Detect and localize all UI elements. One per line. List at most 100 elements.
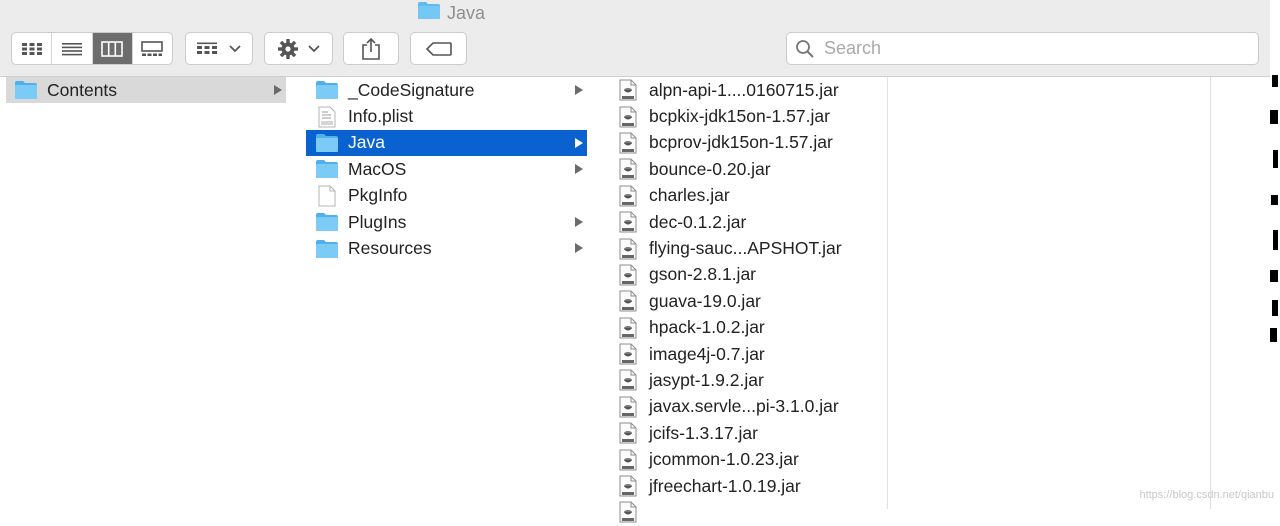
search-input[interactable] [822, 37, 1246, 60]
list-item[interactable]: _CodeSignature [306, 77, 587, 103]
list-item[interactable] [607, 499, 887, 525]
folder-icon [315, 211, 339, 233]
plist-file-icon [315, 106, 339, 128]
jar-file-icon [616, 343, 640, 365]
browser-column-1[interactable]: Contents [6, 77, 287, 509]
list-item[interactable]: alpn-api-1....0160715.jar [607, 77, 887, 103]
item-label: bcpkix-jdk15on-1.57.jar [649, 106, 830, 127]
list-item[interactable]: jcommon-1.0.23.jar [607, 446, 887, 472]
column-spacer [587, 77, 608, 509]
chevron-down-icon [307, 44, 320, 52]
tag-button[interactable] [410, 32, 467, 65]
group-icon [197, 42, 217, 54]
item-label: Info.plist [348, 106, 414, 127]
item-label: jfreechart-1.0.19.jar [649, 475, 801, 496]
item-label: hpack-1.0.2.jar [649, 317, 765, 338]
folder-icon [315, 238, 339, 260]
browser-column-5[interactable] [1188, 77, 1211, 509]
search-field[interactable] [786, 32, 1259, 65]
jar-file-icon [616, 422, 640, 444]
grid-icon [21, 42, 42, 55]
item-label: alpn-api-1....0160715.jar [649, 79, 839, 100]
share-button[interactable] [343, 32, 399, 65]
jar-file-icon [616, 264, 640, 286]
gallery-view-button[interactable] [133, 33, 172, 64]
column-view-button[interactable] [92, 33, 133, 64]
item-label: Resources [348, 238, 432, 259]
jar-file-icon [616, 369, 640, 391]
list-item[interactable]: jcifs-1.3.17.jar [607, 420, 887, 446]
column-spacer [286, 77, 307, 509]
list-item[interactable]: Info.plist [306, 103, 587, 129]
list-item[interactable]: flying-sauc...APSHOT.jar [607, 235, 887, 261]
list-item[interactable]: javax.servle...pi-3.1.0.jar [607, 394, 887, 420]
disclosure-arrow-icon [274, 85, 282, 95]
item-label: bcprov-jdk15on-1.57.jar [649, 132, 833, 153]
search-icon [796, 39, 814, 58]
item-label: guava-19.0.jar [649, 290, 761, 311]
column-2-list: _CodeSignature Info.plist Java MacOS PkgInfo… [306, 77, 587, 262]
disclosure-arrow-icon [575, 137, 583, 148]
icon-view-button[interactable] [12, 33, 53, 64]
watermark: https://blog.csdn.net/qianbu [1139, 489, 1274, 501]
list-item[interactable]: Contents [6, 77, 286, 104]
window-title-text: Java [447, 2, 486, 23]
list-item[interactable]: hpack-1.0.2.jar [607, 315, 887, 341]
list-item[interactable]: PlugIns [306, 209, 587, 235]
jar-file-icon [616, 238, 640, 260]
item-label: _CodeSignature [348, 79, 475, 100]
folder-icon [14, 79, 38, 101]
jar-file-icon [616, 290, 640, 312]
item-label: MacOS [348, 158, 407, 179]
list-item[interactable]: jasypt-1.9.2.jar [607, 367, 887, 393]
browser-column-3[interactable]: alpn-api-1....0160715.jar bcpkix-jdk15on-… [607, 77, 888, 523]
browser-column-2[interactable]: _CodeSignature Info.plist Java MacOS PkgInfo… [306, 77, 588, 509]
list-item[interactable]: PkgInfo [306, 183, 587, 209]
list-item[interactable]: dec-0.1.2.jar [607, 209, 887, 235]
jar-file-icon [616, 211, 640, 233]
item-label: PlugIns [348, 211, 407, 232]
jar-file-icon [616, 132, 640, 154]
item-label: PkgInfo [348, 185, 408, 206]
action-button[interactable] [264, 32, 333, 65]
file-icon [315, 185, 339, 207]
list-item[interactable]: jfreechart-1.0.19.jar [607, 473, 887, 499]
tag-icon [425, 41, 452, 56]
disclosure-arrow-icon [575, 243, 583, 254]
item-label: jcommon-1.0.23.jar [649, 449, 799, 470]
jar-file-icon [616, 317, 640, 339]
list-view-button[interactable] [52, 33, 93, 64]
column-3-list: alpn-api-1....0160715.jar bcpkix-jdk15on-… [607, 77, 887, 526]
group-by-button[interactable] [185, 32, 253, 65]
list-item[interactable]: gson-2.8.1.jar [607, 262, 887, 288]
share-icon [362, 37, 380, 60]
folder-icon [315, 158, 339, 180]
disclosure-arrow-icon [575, 216, 583, 227]
list-item[interactable]: MacOS [306, 156, 587, 182]
list-item[interactable]: guava-19.0.jar [607, 288, 887, 314]
column-1-list: Contents [6, 77, 286, 104]
view-mode-control [11, 32, 173, 65]
browser-column-4[interactable] [888, 77, 1189, 509]
folder-icon [417, 1, 441, 25]
list-item[interactable]: bounce-0.20.jar [607, 156, 887, 182]
item-label: bounce-0.20.jar [649, 158, 771, 179]
list-item[interactable]: bcprov-jdk15on-1.57.jar [607, 130, 887, 156]
jar-file-icon [616, 449, 640, 471]
disclosure-arrow-icon [575, 164, 583, 175]
item-label: image4j-0.7.jar [649, 343, 765, 364]
item-label: javax.servle...pi-3.1.0.jar [649, 396, 839, 417]
item-label: dec-0.1.2.jar [649, 211, 747, 232]
folder-icon [315, 79, 339, 101]
chevron-down-icon [229, 44, 241, 52]
list-item[interactable]: charles.jar [607, 183, 887, 209]
list-icon [61, 42, 82, 55]
list-item[interactable]: Resources [306, 235, 587, 261]
jar-file-icon [616, 158, 640, 180]
folder-icon [315, 132, 339, 154]
list-item[interactable]: image4j-0.7.jar [607, 341, 887, 367]
list-item[interactable]: bcpkix-jdk15on-1.57.jar [607, 103, 887, 129]
jar-file-icon [616, 79, 640, 101]
item-label: charles.jar [649, 185, 730, 206]
list-item[interactable]: Java [306, 129, 587, 157]
